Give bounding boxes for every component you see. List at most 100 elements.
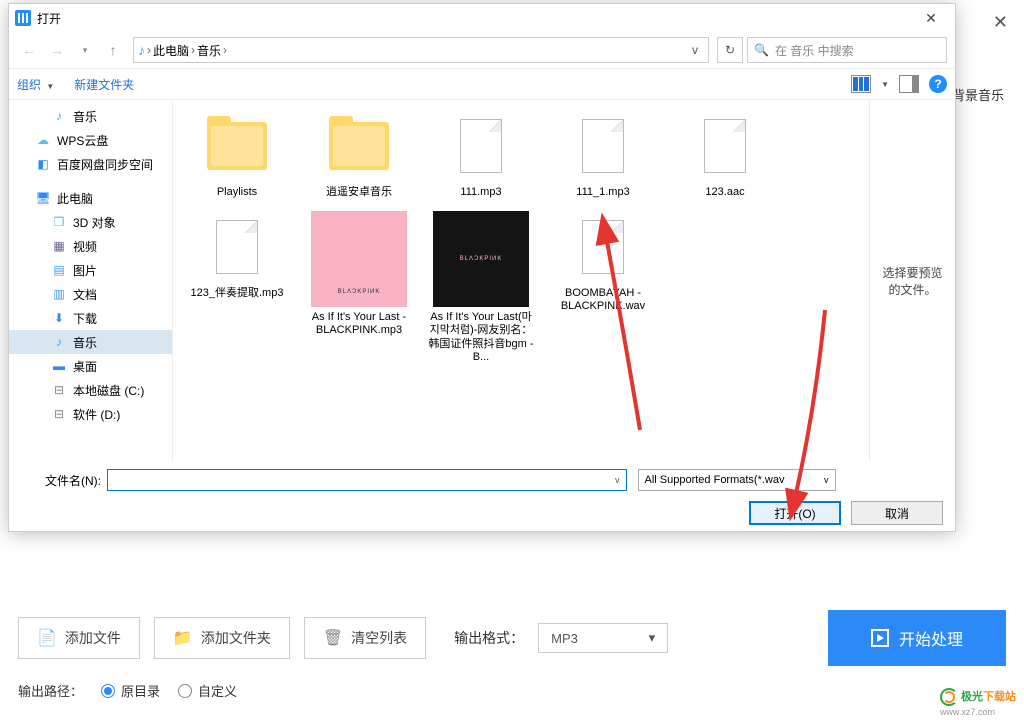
add-file-button[interactable]: 📄 添加文件 bbox=[18, 617, 140, 659]
help-icon[interactable]: ? bbox=[929, 75, 947, 93]
nav-row: ← → ▾ ↑ ♪ › 此电脑 › 音乐 › v ↻ 🔍 在 音乐 中搜索 bbox=[9, 32, 955, 68]
search-placeholder: 在 音乐 中搜索 bbox=[775, 42, 854, 59]
sidebar-item-icon: ♪ bbox=[51, 108, 67, 124]
file-item[interactable]: 111_1.mp3 bbox=[545, 106, 661, 203]
filter-value: All Supported Formats(*.wav bbox=[645, 474, 785, 486]
sidebar-item-label: 3D 对象 bbox=[73, 214, 116, 231]
file-item[interactable]: Playlists bbox=[179, 106, 295, 203]
path-root[interactable]: 此电脑 bbox=[153, 42, 189, 59]
files-area[interactable]: Playlists 逍遥安卓音乐 111.mp3 111_1.mp3 123.aac 12… bbox=[173, 100, 869, 461]
file-name-label: 111_1.mp3 bbox=[576, 186, 629, 199]
sidebar-item[interactable]: ⬇下载 bbox=[9, 306, 172, 330]
file-item[interactable]: BLΛƆKPIИK As If It's Your Last - BLACKPIN… bbox=[301, 207, 417, 368]
sidebar-item[interactable]: ☁WPS云盘 bbox=[9, 128, 172, 152]
sidebar-item-label: 视频 bbox=[73, 238, 97, 255]
sidebar-item[interactable]: ▤图片 bbox=[9, 258, 172, 282]
sidebar-item[interactable]: ◧百度网盘同步空间 bbox=[9, 152, 172, 176]
filename-label: 文件名(N): bbox=[21, 472, 101, 489]
preview-pane-button[interactable] bbox=[899, 75, 919, 93]
nav-back-icon[interactable]: ← bbox=[17, 38, 41, 62]
content-area: Playlists 逍遥安卓音乐 111.mp3 111_1.mp3 123.aac 12… bbox=[173, 100, 955, 461]
radio-custom-label: 自定义 bbox=[198, 681, 237, 700]
dialog-title: 打开 bbox=[37, 10, 61, 27]
file-thumb bbox=[677, 110, 773, 182]
sidebar-item-icon: ❒ bbox=[51, 214, 67, 230]
organize-label: 组织 bbox=[17, 78, 41, 92]
preview-text: 选择要预览的文件。 bbox=[878, 264, 947, 298]
watermark-logo-icon bbox=[940, 688, 958, 706]
file-item[interactable]: BLΛƆKPIИKAs If It's Your Last(마지막처럼)-网友别… bbox=[423, 207, 539, 368]
file-thumb: BLΛƆKPIИK bbox=[311, 211, 407, 307]
file-item[interactable]: 123_伴奏提取.mp3 bbox=[179, 207, 295, 368]
refresh-button[interactable]: ↻ bbox=[717, 37, 743, 63]
sidebar-item[interactable]: 🖥此电脑 bbox=[9, 186, 172, 210]
sidebar-item-label: 音乐 bbox=[73, 108, 97, 125]
radio-original[interactable]: 原目录 bbox=[101, 681, 160, 700]
radio-custom[interactable]: 自定义 bbox=[178, 681, 237, 700]
file-name-label: 逍遥安卓音乐 bbox=[326, 186, 392, 199]
search-input[interactable]: 🔍 在 音乐 中搜索 bbox=[747, 37, 947, 63]
sidebar-item[interactable]: ♪音乐 bbox=[9, 330, 172, 354]
output-path-label: 输出路径： bbox=[18, 681, 83, 700]
file-thumb bbox=[311, 110, 407, 182]
path-current[interactable]: 音乐 bbox=[197, 42, 221, 59]
file-row: 文件名(N): v All Supported Formats(*.wav v … bbox=[9, 461, 955, 531]
sidebar-item-label: 软件 (D:) bbox=[73, 406, 120, 423]
sidebar-item[interactable]: ⊟软件 (D:) bbox=[9, 402, 172, 426]
filename-dropdown-icon[interactable]: v bbox=[615, 475, 620, 485]
sidebar-item[interactable]: ▥文档 bbox=[9, 282, 172, 306]
sidebar-item[interactable]: ❒ 3D 对象 bbox=[9, 210, 172, 234]
output-path-row: 输出路径： 原目录 自定义 bbox=[18, 681, 237, 700]
add-folder-label: 添加文件夹 bbox=[201, 628, 271, 648]
file-thumb bbox=[189, 211, 285, 283]
start-process-button[interactable]: 开始处理 bbox=[828, 610, 1006, 666]
watermark-brand2: 下载站 bbox=[983, 691, 1016, 703]
bottom-toolbar: 📄 添加文件 📁 添加文件夹 🗑 清空列表 输出格式： MP3 ▾ 开始处理 bbox=[18, 610, 1006, 666]
sidebar-item-label: 百度网盘同步空间 bbox=[57, 156, 153, 173]
path-sep-icon: › bbox=[147, 43, 151, 57]
nav-forward-icon[interactable]: → bbox=[45, 38, 69, 62]
file-item[interactable]: 111.mp3 bbox=[423, 106, 539, 203]
file-thumb bbox=[433, 110, 529, 182]
sidebar-item-label: 桌面 bbox=[73, 358, 97, 375]
sidebar-item[interactable]: ♪ 音乐 bbox=[9, 104, 172, 128]
sidebar-item-label: 下载 bbox=[73, 310, 97, 327]
new-folder-button[interactable]: 新建文件夹 bbox=[74, 76, 134, 93]
file-name-label: 123.aac bbox=[705, 186, 744, 199]
address-bar[interactable]: ♪ › 此电脑 › 音乐 › v bbox=[133, 37, 709, 63]
nav-recent-icon[interactable]: ▾ bbox=[73, 38, 97, 62]
trash-icon: 🗑 bbox=[323, 628, 343, 648]
file-name-label: As If It's Your Last(마지막처럼)-网友别名：韩国证件照抖音… bbox=[427, 311, 535, 364]
filename-input[interactable] bbox=[107, 469, 627, 491]
output-format-label: 输出格式： bbox=[454, 628, 524, 648]
radio-original-label: 原目录 bbox=[121, 681, 160, 700]
cancel-button[interactable]: 取消 bbox=[851, 501, 943, 525]
file-name-label: Playlists bbox=[217, 186, 257, 199]
file-item[interactable]: 逍遥安卓音乐 bbox=[301, 106, 417, 203]
output-format-select[interactable]: MP3 ▾ bbox=[538, 623, 668, 653]
file-item[interactable]: BOOMBAYAH - BLACKPINK.wav bbox=[545, 207, 661, 368]
sidebar-item[interactable]: ▬桌面 bbox=[9, 354, 172, 378]
close-button[interactable]: ✕ bbox=[911, 10, 951, 27]
file-thumb bbox=[555, 110, 651, 182]
path-dropdown-icon[interactable]: v bbox=[686, 43, 704, 57]
sidebar-item[interactable]: ⊟本地磁盘 (C:) bbox=[9, 378, 172, 402]
sidebar-item-label: 音乐 bbox=[73, 334, 97, 351]
dialog-body: ♪音乐☁WPS云盘◧百度网盘同步空间🖥此电脑❒3D 对象▦视频▤图片▥文档⬇下载… bbox=[9, 100, 955, 461]
clear-list-button[interactable]: 🗑 清空列表 bbox=[304, 617, 426, 659]
view-mode-button[interactable] bbox=[851, 75, 871, 93]
file-name-label: As If It's Your Last - BLACKPINK.mp3 bbox=[305, 311, 413, 337]
radio-checked-icon bbox=[101, 684, 115, 698]
add-folder-button[interactable]: 📁 添加文件夹 bbox=[154, 617, 290, 659]
sidebar-item[interactable]: ▦视频 bbox=[9, 234, 172, 258]
clear-list-label: 清空列表 bbox=[351, 628, 407, 648]
app-close-icon[interactable]: ✕ bbox=[993, 12, 1008, 33]
file-item[interactable]: 123.aac bbox=[667, 106, 783, 203]
add-file-icon: 📄 bbox=[37, 628, 57, 648]
organize-menu[interactable]: 组织 ▼ bbox=[17, 76, 54, 93]
file-type-filter[interactable]: All Supported Formats(*.wav v bbox=[638, 469, 836, 491]
view-dropdown-icon[interactable]: ▼ bbox=[881, 80, 889, 89]
nav-up-icon[interactable]: ↑ bbox=[101, 38, 125, 62]
toolbar: 组织 ▼ 新建文件夹 ▼ ? bbox=[9, 68, 955, 100]
open-button[interactable]: 打开(O) bbox=[749, 501, 841, 525]
